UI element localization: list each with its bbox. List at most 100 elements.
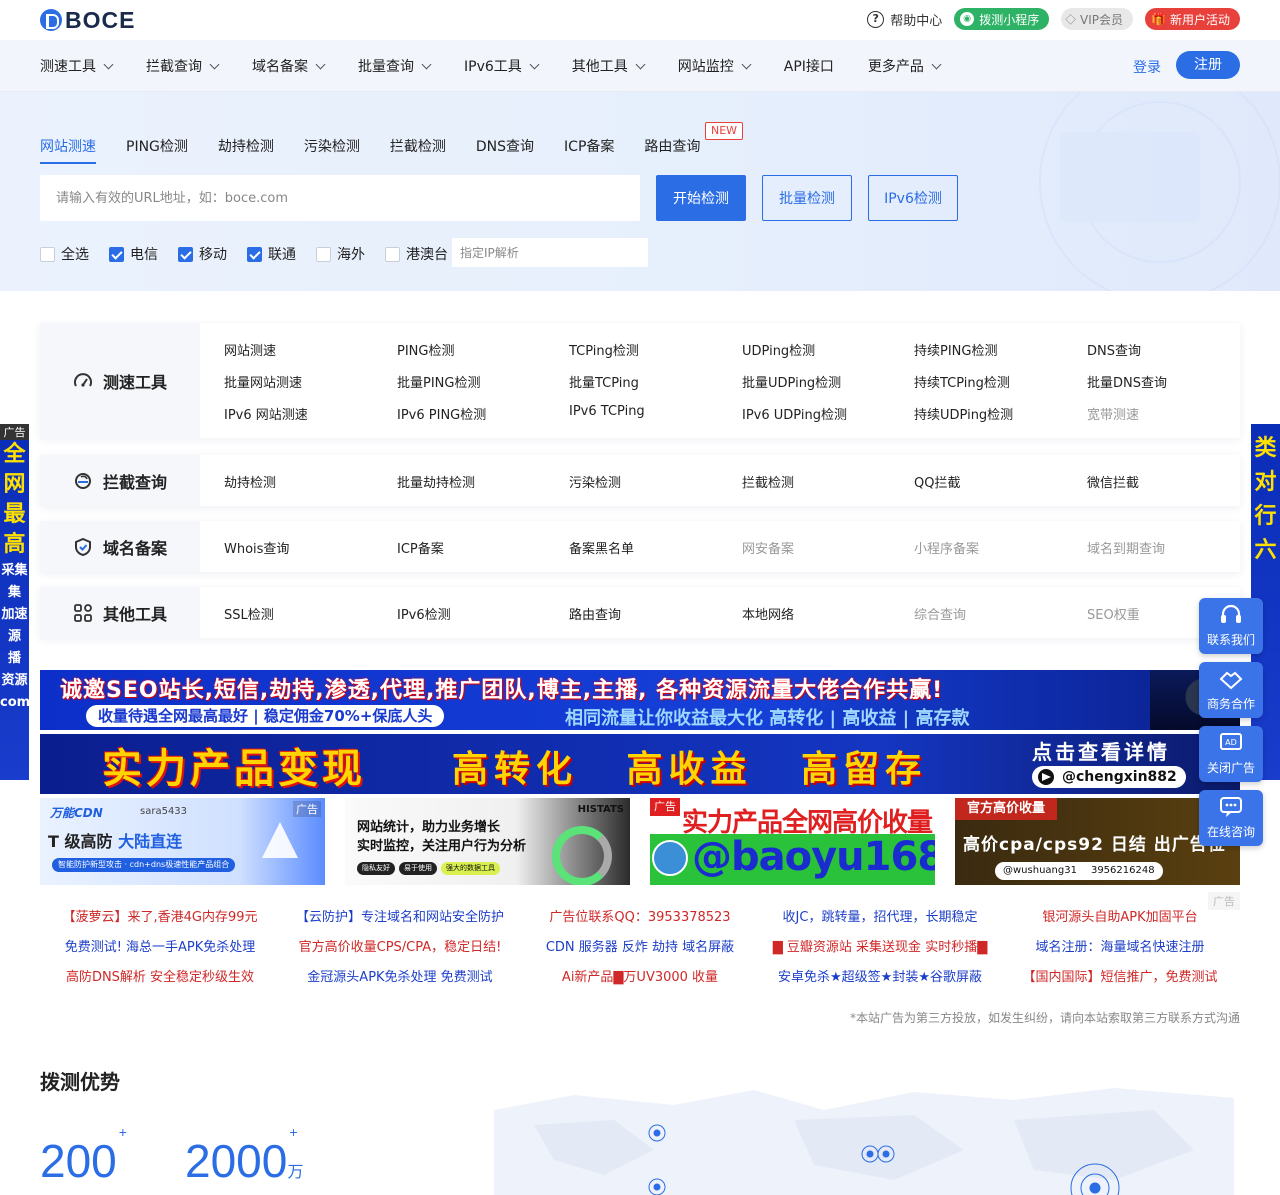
nav-item-6[interactable]: 网站监控 bbox=[678, 56, 752, 76]
specify-ip-input[interactable] bbox=[452, 238, 648, 267]
tool-link[interactable]: 宽带测速 bbox=[1087, 404, 1139, 423]
tool-link[interactable]: 批量DNS查询 bbox=[1087, 372, 1167, 391]
tool-link[interactable]: 域名到期查询 bbox=[1087, 538, 1165, 557]
tool-link[interactable]: 污染检测 bbox=[569, 472, 621, 491]
text-ad-link[interactable]: 免费测试! 海总一手APK免杀处理 bbox=[40, 936, 280, 955]
ad-tile-cdn[interactable]: 万能CDN sara5433 广告 T 级高防 大陆直连 智能防护新型攻击 · … bbox=[40, 798, 325, 885]
text-ad-link[interactable]: 官方高价收量CPS/CPA，稳定日结! bbox=[280, 936, 520, 955]
tool-link[interactable]: IPv6 TCPing bbox=[569, 404, 645, 419]
start-test-button[interactable]: 开始检测 bbox=[656, 175, 746, 221]
checkbox-icon[interactable] bbox=[109, 246, 124, 262]
tool-link[interactable]: 劫持检测 bbox=[224, 472, 276, 491]
tool-link[interactable]: 持续TCPing检测 bbox=[914, 372, 1010, 391]
tool-link[interactable]: 综合查询 bbox=[914, 604, 966, 623]
tool-link[interactable]: 批量网站测速 bbox=[224, 372, 302, 391]
tool-link[interactable]: SSL检测 bbox=[224, 604, 274, 623]
tool-link[interactable]: 持续PING检测 bbox=[914, 340, 997, 359]
tool-link[interactable]: 小程序备案 bbox=[914, 538, 979, 557]
tool-link[interactable]: IPv6 网站测速 bbox=[224, 404, 308, 423]
nav-item-5[interactable]: 其他工具 bbox=[572, 56, 646, 76]
tab-5[interactable]: DNS查询 bbox=[476, 136, 534, 164]
nav-item-1[interactable]: 拦截查询 bbox=[146, 56, 220, 76]
tool-link[interactable]: Whois查询 bbox=[224, 538, 289, 557]
login-link[interactable]: 登录 bbox=[1133, 57, 1161, 77]
boce-logo[interactable]: BOCE bbox=[40, 7, 135, 33]
ad-tile-histats[interactable]: HISTATS 网站统计，助力业务增长 实时监控，关注用户行为分析 隐私友好 易于… bbox=[345, 798, 630, 885]
new-user-button[interactable]: 🎁 新用户活动 bbox=[1145, 8, 1240, 30]
batch-test-button[interactable]: 批量检测 bbox=[762, 175, 852, 221]
text-ad-link[interactable]: 【菠萝云】来了,香港4G内存99元 bbox=[40, 906, 280, 925]
option-3[interactable]: 联通 bbox=[247, 244, 296, 264]
tool-link[interactable]: 拦截检测 bbox=[742, 472, 794, 491]
tool-link[interactable]: ICP备案 bbox=[397, 538, 444, 557]
tool-link[interactable]: 网站测速 bbox=[224, 340, 276, 359]
vip-button[interactable]: ◇ VIP会员 bbox=[1061, 8, 1134, 30]
nav-item-4[interactable]: IPv6工具 bbox=[464, 56, 540, 76]
ad-tile-baoyu[interactable]: 广告 实力产品全网高价收量 @baoyu168 bbox=[650, 798, 935, 885]
text-ad-link[interactable]: 高防DNS解析 安全稳定秒级生效 bbox=[40, 966, 280, 985]
text-ad-link[interactable]: CDN 服务器 反炸 劫持 域名屏蔽 bbox=[520, 936, 760, 955]
ad-tile-wushuang[interactable]: 官方高价收量 高价cpa/cps92 日结 出广告位 @wushuang31 3… bbox=[955, 798, 1240, 885]
checkbox-icon[interactable] bbox=[316, 246, 331, 262]
tool-link[interactable]: 批量劫持检测 bbox=[397, 472, 475, 491]
tool-link[interactable]: IPv6检测 bbox=[397, 604, 451, 623]
tool-link[interactable]: 备案黑名单 bbox=[569, 538, 634, 557]
nav-item-7[interactable]: API接口 bbox=[784, 56, 834, 76]
register-button[interactable]: 注册 bbox=[1176, 51, 1240, 79]
contact-us-button[interactable]: 联系我们 bbox=[1199, 598, 1263, 654]
option-5[interactable]: 港澳台 bbox=[385, 244, 448, 264]
tool-link[interactable]: QQ拦截 bbox=[914, 472, 960, 491]
tool-link[interactable]: PING检测 bbox=[397, 340, 454, 359]
checkbox-icon[interactable] bbox=[247, 246, 262, 262]
help-center-link[interactable]: ? 帮助中心 bbox=[867, 10, 942, 29]
tool-link[interactable]: IPv6 PING检测 bbox=[397, 404, 486, 423]
option-0[interactable]: 全选 bbox=[40, 244, 89, 264]
tab-2[interactable]: 劫持检测 bbox=[218, 136, 274, 164]
tab-3[interactable]: 污染检测 bbox=[304, 136, 360, 164]
product-monetize-banner[interactable]: 实力产品变现 高转化 高收益 高留存 点击查看详情 @chengxin882 bbox=[40, 734, 1240, 794]
online-consult-button[interactable]: 在线咨询 bbox=[1199, 790, 1263, 846]
tool-link[interactable]: 批量UDPing检测 bbox=[742, 372, 841, 391]
ipv6-test-button[interactable]: IPv6检测 bbox=[868, 175, 958, 221]
side-ad-left[interactable]: 广告 全网最高 采集 集 加速 源 播 资源 com bbox=[0, 424, 29, 780]
tab-4[interactable]: 拦截检测 bbox=[390, 136, 446, 164]
tool-link[interactable]: DNS查询 bbox=[1087, 340, 1141, 359]
nav-item-3[interactable]: 批量查询 bbox=[358, 56, 432, 76]
tab-0[interactable]: 网站测速 bbox=[40, 136, 96, 164]
text-ad-link[interactable]: 广告位联系QQ：3953378523 bbox=[520, 906, 760, 925]
option-1[interactable]: 电信 bbox=[109, 244, 158, 264]
tool-link[interactable]: 批量PING检测 bbox=[397, 372, 480, 391]
option-2[interactable]: 移动 bbox=[178, 244, 227, 264]
text-ad-link[interactable]: 【国内国际】短信推广，免费测试 bbox=[1000, 966, 1240, 985]
tool-link[interactable]: 批量TCPing bbox=[569, 372, 639, 391]
text-ad-link[interactable]: 银河源头自助APK加固平台 bbox=[1000, 906, 1240, 925]
checkbox-icon[interactable] bbox=[385, 246, 400, 262]
text-ad-link[interactable]: 金冠源头APK免杀处理 免费测试 bbox=[280, 966, 520, 985]
option-4[interactable]: 海外 bbox=[316, 244, 365, 264]
seo-recruit-banner[interactable]: 诚邀SEO站长,短信,劫持,渗透,代理,推广团队,博主,主播, 各种资源流量大佬… bbox=[40, 670, 1240, 730]
tool-link[interactable]: 微信拦截 bbox=[1087, 472, 1139, 491]
text-ad-link[interactable]: 【云防护】专注域名和网站安全防护 bbox=[280, 906, 520, 925]
text-ad-link[interactable]: Ai新产品▇万UV3000 收量 bbox=[520, 966, 760, 985]
mini-program-button[interactable]: ◉ 拨测小程序 bbox=[954, 8, 1050, 30]
nav-item-0[interactable]: 测速工具 bbox=[40, 56, 114, 76]
url-input[interactable] bbox=[40, 175, 640, 221]
tool-link[interactable]: UDPing检测 bbox=[742, 340, 815, 359]
text-ad-link[interactable]: 收JC，跳转量，招代理，长期稳定 bbox=[760, 906, 1000, 925]
tool-link[interactable]: 路由查询 bbox=[569, 604, 621, 623]
tool-link[interactable]: IPv6 UDPing检测 bbox=[742, 404, 847, 423]
nav-item-2[interactable]: 域名备案 bbox=[252, 56, 326, 76]
tab-6[interactable]: ICP备案 bbox=[564, 136, 614, 164]
tool-link[interactable]: 网安备案 bbox=[742, 538, 794, 557]
nav-item-8[interactable]: 更多产品 bbox=[868, 56, 942, 76]
tab-1[interactable]: PING检测 bbox=[126, 136, 188, 164]
business-coop-button[interactable]: 商务合作 bbox=[1199, 662, 1263, 718]
tool-link[interactable]: 本地网络 bbox=[742, 604, 794, 623]
text-ad-link[interactable]: 安卓免杀★超级签★封装★谷歌屏蔽 bbox=[760, 966, 1000, 985]
tab-7[interactable]: 路由查询 bbox=[644, 136, 700, 164]
close-ad-button[interactable]: AD 关闭广告 bbox=[1199, 726, 1263, 782]
tool-link[interactable]: TCPing检测 bbox=[569, 340, 639, 359]
checkbox-icon[interactable] bbox=[178, 246, 193, 262]
tool-link[interactable]: SEO权重 bbox=[1087, 604, 1140, 623]
text-ad-link[interactable]: 域名注册：海量域名快速注册 bbox=[1000, 936, 1240, 955]
